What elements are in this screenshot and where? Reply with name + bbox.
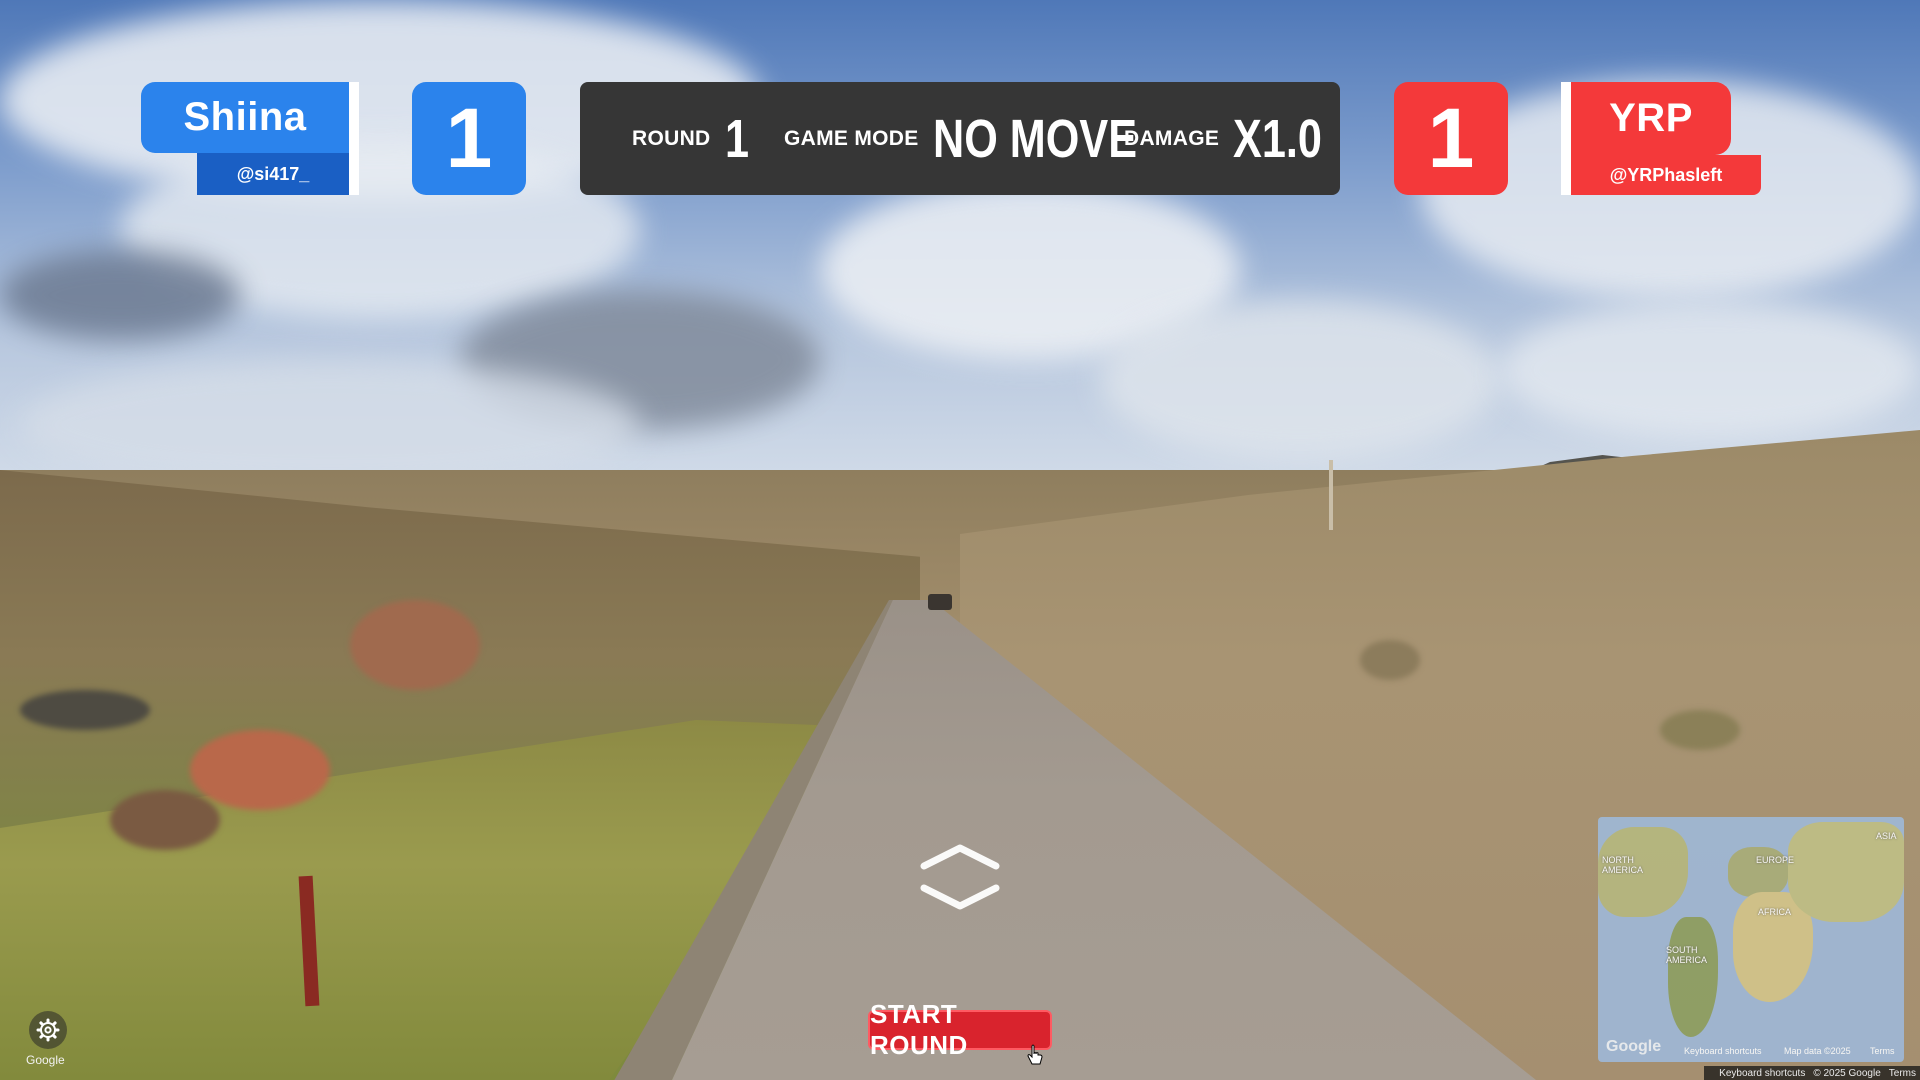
copyright-text: © 2025 Google	[1813, 1067, 1881, 1079]
move-forward-arrow-icon[interactable]	[920, 842, 1000, 872]
player-card-divider-left	[349, 82, 359, 195]
minimap-keyboard-shortcuts[interactable]: Keyboard shortcuts	[1684, 1046, 1762, 1056]
game-mode-label: GAME MODE	[784, 126, 919, 150]
shrub	[190, 730, 330, 810]
player-name-right: YRP	[1609, 96, 1693, 140]
map-label-asia: ASIA	[1876, 831, 1897, 841]
player-name-left: Shiina	[183, 95, 307, 139]
shrub	[1360, 640, 1420, 680]
cloud	[1500, 300, 1920, 440]
continent-south-america	[1668, 917, 1718, 1037]
map-label-south-america: SOUTH AMERICA	[1666, 945, 1708, 965]
round-label: ROUND	[632, 126, 711, 150]
map-label-north-america: NORTH AMERICA	[1602, 855, 1644, 875]
damage-segment: DAMAGE X1.0	[1124, 108, 1344, 170]
round-value: 1	[724, 108, 749, 169]
shrub	[1660, 710, 1740, 750]
game-screen: Shiina @si417_ 1 ROUND 1 GAME MODE NO MO…	[0, 0, 1920, 1080]
settings-button[interactable]	[29, 1011, 67, 1049]
minimap[interactable]: NORTH AMERICA EUROPE ASIA AFRICA SOUTH A…	[1598, 817, 1904, 1062]
google-logo-left: Google	[26, 1053, 65, 1067]
player-card-left: Shiina @si417_	[141, 82, 359, 195]
player-name-box-left: Shiina	[141, 82, 349, 153]
distant-vehicle	[928, 594, 952, 610]
shrub	[350, 600, 480, 690]
minimap-terms[interactable]: Terms	[1870, 1046, 1895, 1056]
player-handle-left: @si417_	[236, 163, 310, 184]
shrub	[110, 790, 220, 850]
player-card-right: YRP @YRPhasleft	[1561, 82, 1761, 195]
player-handle-box-left: @si417_	[197, 153, 349, 195]
shrub	[20, 690, 150, 730]
hand-cursor-icon	[1027, 1044, 1043, 1065]
map-label-africa: AFRICA	[1758, 907, 1792, 917]
round-segment: ROUND 1	[632, 108, 755, 170]
round-info-bar: ROUND 1 GAME MODE NO MOVE DAMAGE X1.0	[580, 82, 1340, 195]
player-card-divider-right	[1561, 82, 1571, 195]
attribution-bar: Keyboard shortcuts © 2025 Google Terms	[1704, 1066, 1920, 1080]
cloud	[0, 250, 240, 340]
minimap-google-logo: Google	[1606, 1038, 1662, 1055]
game-mode-value: NO MOVE	[932, 108, 1137, 169]
keyboard-shortcuts-link[interactable]: Keyboard shortcuts	[1719, 1068, 1805, 1079]
utility-pole	[1329, 460, 1333, 530]
player-name-box-right: YRP	[1571, 82, 1731, 155]
damage-value: X1.0	[1233, 108, 1323, 169]
player-handle-right: @YRPhasleft	[1609, 164, 1723, 185]
player-handle-box-right: @YRPhasleft	[1571, 155, 1761, 195]
cloud	[1100, 300, 1500, 460]
gear-icon	[36, 1018, 60, 1042]
start-round-button[interactable]: START ROUND	[868, 999, 1052, 1060]
damage-label: DAMAGE	[1124, 126, 1220, 150]
score-left: 1	[412, 82, 526, 195]
score-right: 1	[1394, 82, 1508, 195]
move-backward-arrow-icon[interactable]	[920, 882, 1000, 912]
minimap-map-data: Map data ©2025	[1784, 1046, 1851, 1056]
map-label-europe: EUROPE	[1756, 855, 1795, 865]
terms-link[interactable]: Terms	[1889, 1068, 1916, 1079]
